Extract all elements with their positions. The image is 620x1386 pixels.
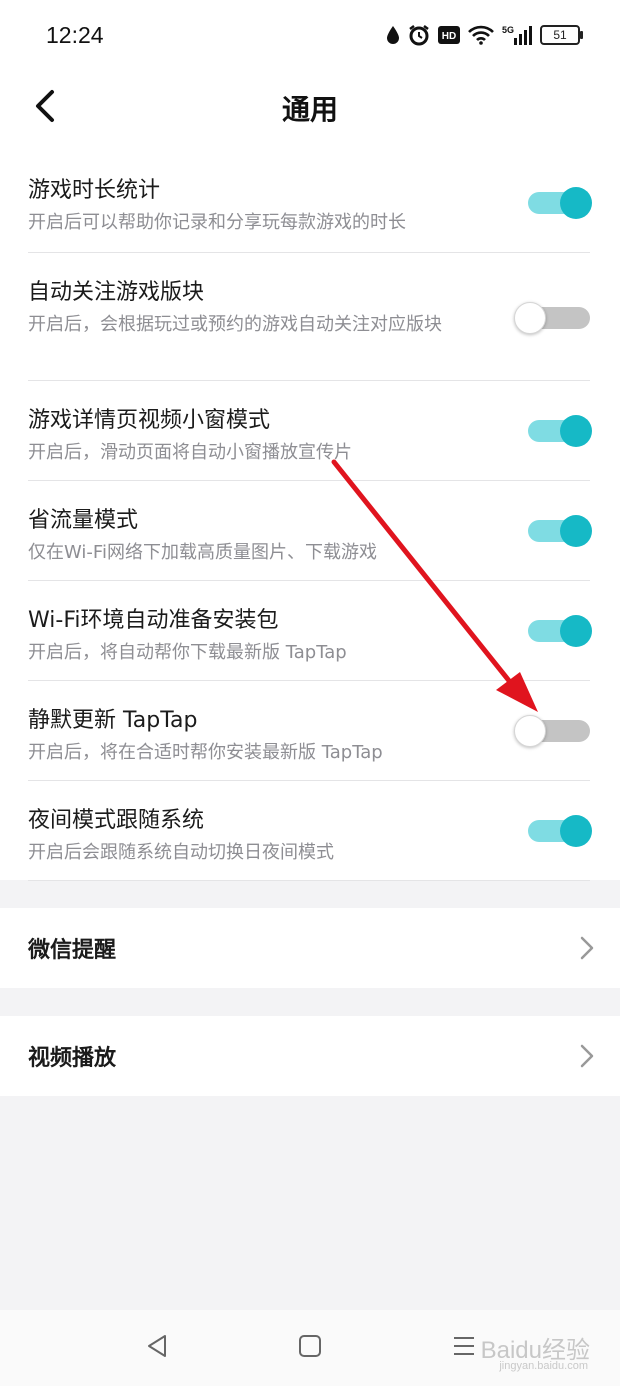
chevron-right-icon xyxy=(580,1044,594,1068)
toggle-knob xyxy=(560,515,592,547)
setting-title: 省流量模式 xyxy=(28,508,139,533)
setting-title: 静默更新 TapTap xyxy=(28,708,198,733)
setting-row-video-pip: 游戏详情页视频小窗模式 开启后，滑动页面将自动小窗播放宣传片 xyxy=(28,380,592,481)
toggle-knob xyxy=(514,302,546,334)
status-icons: HD 5G 51 xyxy=(386,24,583,46)
status-time: 12:24 xyxy=(46,22,104,48)
setting-title: 夜间模式跟随系统 xyxy=(28,808,205,833)
setting-row-night-mode: 夜间模式跟随系统 开启后会跟随系统自动切换日夜间模式 xyxy=(28,780,592,881)
setting-description: 开启后会跟随系统自动切换日夜间模式 xyxy=(28,842,334,863)
playtime-stats-toggle[interactable] xyxy=(528,187,592,219)
auto-follow-toggle[interactable] xyxy=(514,302,590,334)
wifi-icon xyxy=(468,25,494,45)
data-saver-toggle[interactable] xyxy=(528,515,592,547)
baidu-watermark-url: jingyan.baidu.com xyxy=(499,1360,588,1372)
network-label: 5G xyxy=(502,25,514,35)
setting-description: 开启后可以帮助你记录和分享玩每款游戏的时长 xyxy=(28,212,406,233)
nav-back-icon[interactable] xyxy=(146,1334,168,1358)
setting-row-wifi-preload: Wi-Fi环境自动准备安装包 开启后，将自动帮你下载最新版 TapTap xyxy=(28,580,592,681)
setting-row-playtime-stats: 游戏时长统计 开启后可以帮助你记录和分享玩每款游戏的时长 xyxy=(28,150,592,253)
drop-icon xyxy=(387,26,399,44)
hd-label: HD xyxy=(442,31,456,42)
setting-row-auto-follow: 自动关注游戏版块 开启后，会根据玩过或预约的游戏自动关注对应版块 xyxy=(28,252,590,381)
silent-update-toggle[interactable] xyxy=(514,715,590,747)
setting-title: 自动关注游戏版块 xyxy=(28,280,205,305)
setting-description: 开启后，会根据玩过或预约的游戏自动关注对应版块 xyxy=(28,314,442,335)
settings-toggle-list: 游戏时长统计 开启后可以帮助你记录和分享玩每款游戏的时长 自动关注游戏版块 开启… xyxy=(0,140,620,881)
page-title: 通用 xyxy=(281,93,338,126)
video-playback-row[interactable]: 视频播放 xyxy=(0,1016,620,1096)
toggle-knob xyxy=(514,715,546,747)
setting-title: Wi-Fi环境自动准备安装包 xyxy=(28,608,279,633)
setting-description: 开启后，将自动帮你下载最新版 TapTap xyxy=(28,642,347,663)
toggle-knob xyxy=(560,187,592,219)
toggle-knob xyxy=(560,615,592,647)
setting-title: 游戏详情页视频小窗模式 xyxy=(28,408,271,433)
battery-icon: 51 xyxy=(540,25,583,45)
toggle-knob xyxy=(560,415,592,447)
toggle-knob xyxy=(560,815,592,847)
chevron-right-icon xyxy=(580,936,594,960)
hd-icon: HD xyxy=(438,26,460,44)
setting-description: 仅在Wi-Fi网络下加载高质量图片、下载游戏 xyxy=(28,542,377,563)
5g-signal-icon: 5G xyxy=(502,25,532,45)
setting-row-data-saver: 省流量模式 仅在Wi-Fi网络下加载高质量图片、下载游戏 xyxy=(28,480,592,581)
setting-title: 游戏时长统计 xyxy=(28,178,161,203)
alarm-icon xyxy=(409,25,429,46)
nav-label: 视频播放 xyxy=(28,1046,117,1071)
setting-row-silent-update: 静默更新 TapTap 开启后，将在合适时帮你安装最新版 TapTap xyxy=(28,680,590,781)
nav-menu-icon[interactable] xyxy=(452,1334,476,1358)
nav-home-icon[interactable] xyxy=(298,1334,322,1358)
setting-description: 开启后，将在合适时帮你安装最新版 TapTap xyxy=(28,742,383,763)
setting-description: 开启后，滑动页面将自动小窗播放宣传片 xyxy=(28,442,352,463)
night-mode-toggle[interactable] xyxy=(528,815,592,847)
header: 通用 xyxy=(0,76,620,140)
nav-label: 微信提醒 xyxy=(28,938,117,963)
video-pip-toggle[interactable] xyxy=(528,415,592,447)
status-bar: 12:24 HD 5G 51 xyxy=(0,0,620,76)
wechat-reminder-row[interactable]: 微信提醒 xyxy=(0,908,620,988)
wifi-preload-toggle[interactable] xyxy=(528,615,592,647)
